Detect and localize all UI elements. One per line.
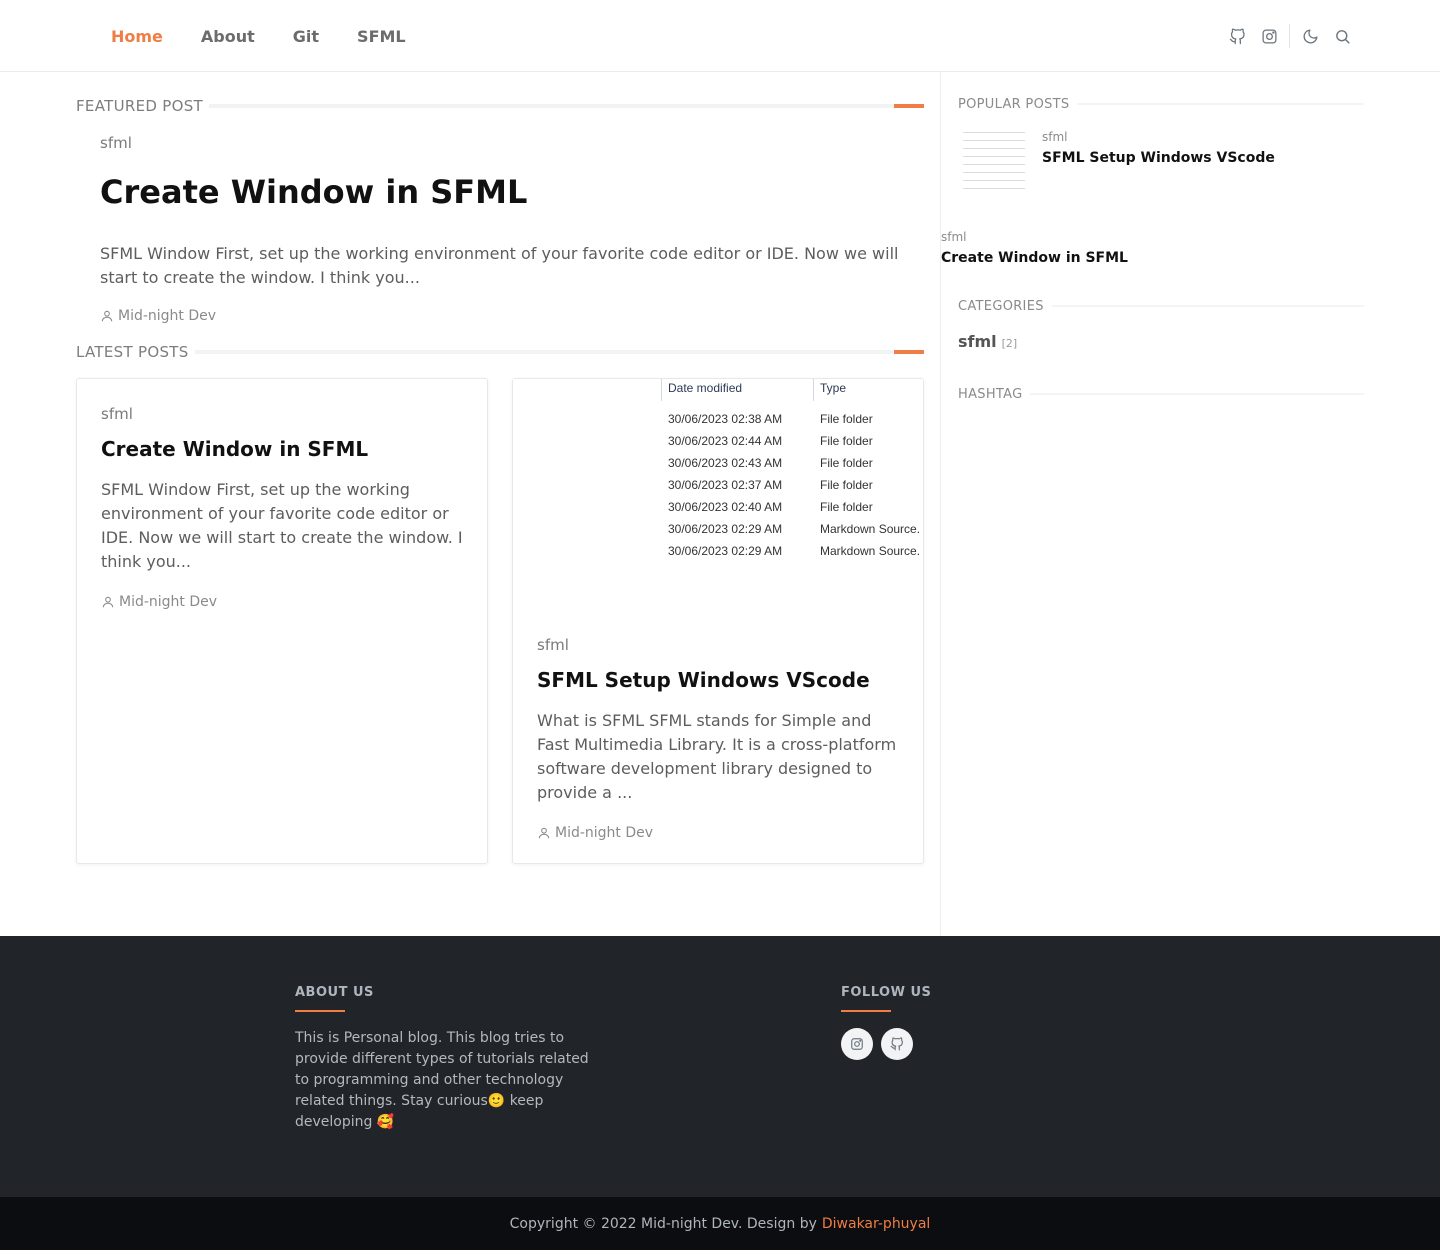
user-icon xyxy=(101,310,113,322)
instagram-icon[interactable] xyxy=(1253,20,1285,52)
post-excerpt: SFML Window First, set up the working en… xyxy=(101,480,463,571)
featured-post: sfml Create Window in SFML SFML Window F… xyxy=(100,134,920,324)
header-divider xyxy=(1289,24,1290,48)
user-icon xyxy=(538,827,550,839)
file-row: 30/06/2023 02:37 AM File folder xyxy=(668,478,873,492)
nav-about[interactable]: About xyxy=(182,27,274,46)
file-row: 30/06/2023 02:29 AM Markdown Source. xyxy=(668,522,921,536)
follow-us-section: FOLLOW US xyxy=(841,985,931,1060)
post-author: Mid-night Dev xyxy=(537,825,903,841)
user-icon xyxy=(102,596,114,608)
popular-posts-header: POPULAR POSTS xyxy=(958,96,1364,112)
designer-link[interactable]: Diwakar-phuyal xyxy=(822,1216,930,1232)
file-row: 30/06/2023 02:43 AM File folder xyxy=(668,456,873,470)
post-title[interactable]: SFML Setup Windows VScode xyxy=(537,666,903,694)
sidebar: POPULAR POSTS sfml SFML Setup Windows VS… xyxy=(940,72,1440,936)
post-tag[interactable]: sfml xyxy=(537,636,903,654)
site-footer: ABOUT US This is Personal blog. This blo… xyxy=(0,936,1440,1197)
moon-icon[interactable] xyxy=(1294,20,1326,52)
nav-git[interactable]: Git xyxy=(274,27,338,46)
card-body: sfml SFML Setup Windows VScode What is S… xyxy=(537,636,903,841)
post-tag[interactable]: sfml xyxy=(941,230,1347,244)
post-title[interactable]: Create Window in SFML xyxy=(100,172,920,212)
post-thumbnail[interactable] xyxy=(961,128,1029,198)
instagram-icon[interactable] xyxy=(841,1028,873,1060)
author-name[interactable]: Mid-night Dev xyxy=(118,308,216,324)
section-title: FEATURED POST xyxy=(76,97,209,115)
copyright-bar: Copyright © 2022 Mid-night Dev. Design b… xyxy=(0,1197,1440,1250)
hashtag-header: HASHTAG xyxy=(958,386,1364,402)
post-thumbnail[interactable]: Date modified Type 30/06/2023 02:38 AM Fi… xyxy=(513,379,923,609)
file-row: 30/06/2023 02:29 AM Markdown Source. xyxy=(668,544,921,558)
column-divider xyxy=(813,379,814,401)
section-rule xyxy=(194,350,925,354)
section-rule xyxy=(1051,305,1364,307)
popular-posts-section: POPULAR POSTS xyxy=(958,96,1364,112)
section-rule xyxy=(209,104,924,108)
social-links xyxy=(841,1028,931,1060)
post-title[interactable]: SFML Setup Windows VScode xyxy=(1042,150,1275,166)
featured-section-header: FEATURED POST xyxy=(76,96,924,116)
about-us-section: ABOUT US This is Personal blog. This blo… xyxy=(295,985,595,1133)
section-rule xyxy=(1077,103,1364,105)
github-icon[interactable] xyxy=(1221,20,1253,52)
title-underline xyxy=(841,1010,891,1012)
popular-post-item[interactable]: sfml SFML Setup Windows VScode xyxy=(941,128,1347,200)
post-tag[interactable]: sfml xyxy=(1042,130,1275,144)
search-icon[interactable] xyxy=(1326,20,1358,52)
author-name[interactable]: Mid-night Dev xyxy=(119,594,217,610)
categories-header: CATEGORIES xyxy=(958,298,1364,314)
file-row: 30/06/2023 02:40 AM File folder xyxy=(668,500,873,514)
column-header-date: Date modified xyxy=(668,381,743,395)
copyright-text: Copyright © 2022 Mid-night Dev. Design b… xyxy=(509,1215,817,1232)
hashtag-section: HASHTAG xyxy=(958,386,1364,402)
post-tag[interactable]: sfml xyxy=(100,134,920,152)
post-author: Mid-night Dev xyxy=(101,594,467,610)
footer-title: ABOUT US xyxy=(295,985,374,1000)
post-title[interactable]: Create Window in SFML xyxy=(101,435,467,463)
category-count: [2] xyxy=(1001,337,1018,350)
popular-post-text: sfml SFML Setup Windows VScode xyxy=(1042,130,1275,166)
about-text: This is Personal blog. This blog tries t… xyxy=(295,1030,589,1130)
file-row: 30/06/2023 02:38 AM File folder xyxy=(668,412,873,426)
section-title: CATEGORIES xyxy=(958,298,1044,314)
column-header-type: Type xyxy=(820,381,847,395)
categories-section: CATEGORIES sfml [2] xyxy=(958,298,1364,351)
github-icon[interactable] xyxy=(881,1028,913,1060)
main-nav: Home About Git SFML xyxy=(92,0,425,72)
file-row: 30/06/2023 02:44 AM File folder xyxy=(668,434,873,448)
latest-section-header: LATEST POSTS xyxy=(76,342,925,362)
section-title: POPULAR POSTS xyxy=(958,96,1070,112)
card-body: sfml Create Window in SFML SFML Window F… xyxy=(101,405,467,610)
author-name[interactable]: Mid-night Dev xyxy=(555,825,653,841)
post-excerpt: What is SFML SFML stands for Simple and … xyxy=(537,711,897,802)
section-rule xyxy=(1030,393,1364,395)
post-excerpt: SFML Window First, set up the working en… xyxy=(100,244,899,287)
popular-post-item[interactable]: sfml Create Window in SFML xyxy=(941,230,1347,266)
section-title: HASHTAG xyxy=(958,386,1023,402)
nav-sfml[interactable]: SFML xyxy=(338,27,425,46)
header-icons xyxy=(1221,0,1358,72)
post-title[interactable]: Create Window in SFML xyxy=(941,250,1347,266)
column-divider xyxy=(661,379,662,401)
post-card[interactable]: sfml Create Window in SFML SFML Window F… xyxy=(76,378,488,864)
post-author: Mid-night Dev xyxy=(100,308,920,324)
title-underline xyxy=(295,1010,345,1012)
section-title: LATEST POSTS xyxy=(76,343,195,361)
post-tag[interactable]: sfml xyxy=(101,405,467,423)
footer-title: FOLLOW US xyxy=(841,985,932,1000)
category-name[interactable]: sfml xyxy=(958,332,997,351)
category-item[interactable]: sfml [2] xyxy=(958,332,1364,351)
nav-home[interactable]: Home xyxy=(92,27,182,46)
post-card[interactable]: Date modified Type 30/06/2023 02:38 AM Fi… xyxy=(512,378,924,864)
site-header: Home About Git SFML xyxy=(0,0,1440,72)
